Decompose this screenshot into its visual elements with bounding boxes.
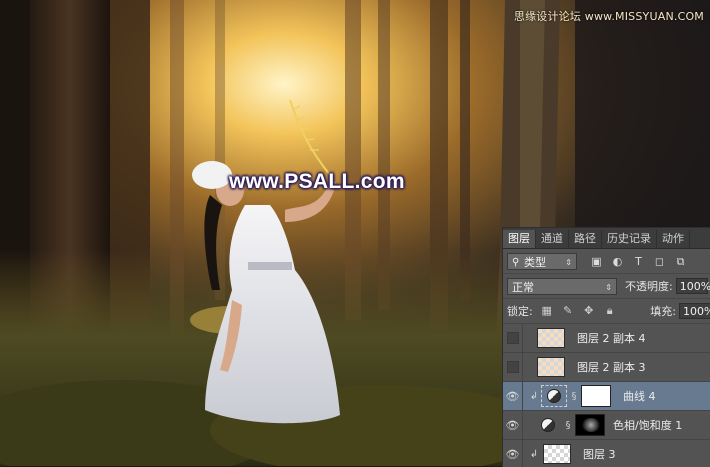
lock-image-icon[interactable]: ✎ [562, 304, 574, 318]
adjustment-icon [541, 418, 555, 432]
image-filter-icon[interactable]: ▣ [591, 256, 602, 267]
filter-row: ⚲ 类型 ⇕ ▣ ◐ T ◻ ⧉ [503, 249, 710, 274]
fill-input[interactable]: 100% [679, 303, 710, 319]
filter-icons: ▣ ◐ T ◻ ⧉ [591, 256, 686, 267]
layer-name[interactable]: 图层 2 副本 3 [577, 359, 646, 375]
lock-icons: ▦ ✎ ✥ 🔒︎ [541, 304, 616, 318]
layer-row[interactable]: 图层 2 副本 3 [503, 353, 710, 382]
clipping-arrow-icon: ↲ [529, 448, 539, 460]
lock-transparent-icon[interactable]: ▦ [541, 304, 553, 318]
clipping-arrow-icon: ↲ [529, 390, 539, 402]
visibility-toggle[interactable] [503, 324, 523, 352]
layer-name[interactable]: 图层 3 [583, 446, 616, 462]
blend-row: 正常 ⇕ 不透明度: 100% [503, 274, 710, 299]
visibility-toggle[interactable]: 👁︎ [503, 411, 523, 439]
hidden-box-icon [506, 332, 519, 344]
layer-row[interactable]: 👁︎ ↲ 图层 3 [503, 440, 710, 467]
adjustment-thumbnail [541, 385, 567, 407]
link-icon: § [571, 390, 577, 402]
layer-row-selected[interactable]: 👁︎ ↲ § 曲线 4 [503, 382, 710, 411]
layer-name[interactable]: 图层 2 副本 4 [577, 330, 646, 346]
search-icon: ⚲ [512, 256, 520, 268]
filter-type-select[interactable]: ⚲ 类型 ⇕ [507, 252, 577, 270]
opacity-label: 不透明度: [625, 280, 673, 293]
layer-thumbnail [543, 444, 571, 464]
visibility-toggle[interactable]: 👁︎ [503, 382, 523, 410]
updown-icon: ⇕ [605, 282, 612, 292]
layer-mask-thumbnail[interactable] [575, 414, 605, 436]
lock-row: 锁定: ▦ ✎ ✥ 🔒︎ 填充: 100% [503, 299, 710, 324]
lock-all-icon[interactable]: 🔒︎ [604, 304, 616, 318]
smart-object-filter-icon[interactable]: ⧉ [675, 256, 686, 267]
lock-label: 锁定: [507, 305, 533, 318]
tab-layers[interactable]: 图层 [503, 230, 536, 248]
lock-position-icon[interactable]: ✥ [583, 304, 595, 318]
eye-icon: 👁︎ [505, 447, 520, 461]
layer-thumbnail [537, 328, 565, 348]
hidden-box-icon [506, 361, 519, 373]
layer-name[interactable]: 曲线 4 [623, 388, 656, 404]
link-icon: § [565, 419, 571, 431]
visibility-toggle[interactable]: 👁︎ [503, 440, 523, 467]
opacity-input[interactable]: 100% [675, 278, 710, 294]
panel-tab-bar: 图层 通道 路径 历史记录 动作 [503, 228, 710, 249]
blend-mode-value: 正常 [512, 280, 534, 294]
layer-thumbnail [537, 357, 565, 377]
layer-mask-thumbnail[interactable] [581, 385, 611, 407]
shape-filter-icon[interactable]: ◻ [654, 256, 665, 267]
tab-actions[interactable]: 动作 [657, 230, 690, 248]
blend-mode-select[interactable]: 正常 ⇕ [507, 277, 617, 295]
layer-row[interactable]: 👁︎ § 色相/饱和度 1 [503, 411, 710, 440]
text-filter-icon[interactable]: T [633, 256, 644, 267]
fill-label: 填充: [650, 305, 676, 318]
eye-icon: 👁︎ [505, 418, 520, 432]
layer-row[interactable]: 图层 2 副本 4 [503, 324, 710, 353]
adjustment-filter-icon[interactable]: ◐ [612, 256, 623, 267]
updown-icon: ⇕ [565, 257, 572, 267]
eye-icon: 👁︎ [505, 389, 520, 403]
filter-type-label: 类型 [524, 255, 546, 269]
layer-name[interactable]: 色相/饱和度 1 [613, 417, 682, 433]
adjustment-icon [547, 389, 561, 403]
site-watermark: 思缘设计论坛 www.MISSYUAN.COM [513, 10, 704, 23]
tab-paths[interactable]: 路径 [569, 230, 602, 248]
layers-panel: 图层 通道 路径 历史记录 动作 ⚲ 类型 ⇕ ▣ ◐ T ◻ ⧉ 正常 ⇕ 不… [502, 227, 710, 467]
tab-history[interactable]: 历史记录 [602, 230, 657, 248]
visibility-toggle[interactable] [503, 353, 523, 381]
center-watermark: www.PSALL.com [229, 170, 405, 193]
tab-channels[interactable]: 通道 [536, 230, 569, 248]
